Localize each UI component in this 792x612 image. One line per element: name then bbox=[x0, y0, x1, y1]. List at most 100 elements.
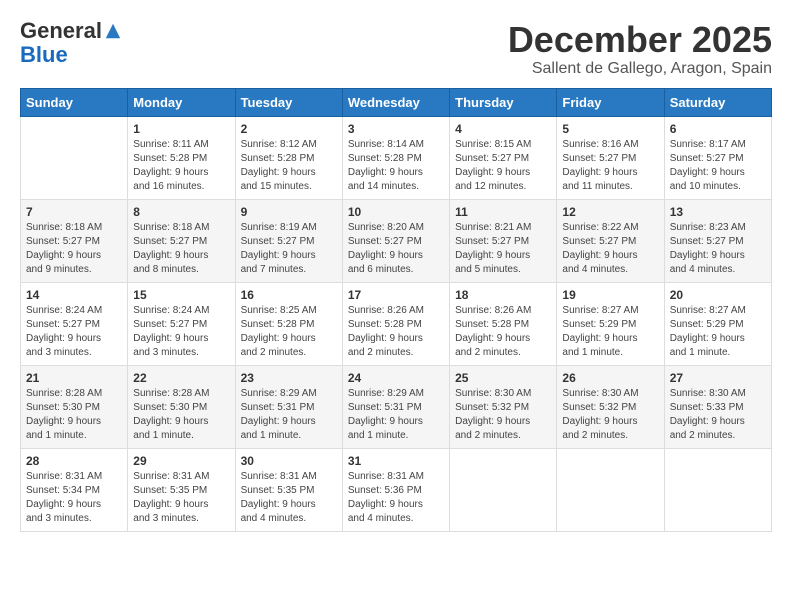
day-info: Sunrise: 8:25 AMSunset: 5:28 PMDaylight:… bbox=[241, 304, 337, 360]
calendar-cell: 11 Sunrise: 8:21 AMSunset: 5:27 PMDayligh… bbox=[450, 199, 557, 282]
day-number: 26 bbox=[562, 371, 658, 385]
calendar-cell: 25Sunrise: 8:30 AMSunset: 5:32 PMDayligh… bbox=[450, 365, 557, 448]
weekday-header: Tuesday bbox=[235, 88, 342, 116]
day-info: Sunrise: 8:29 AMSunset: 5:31 PMDaylight:… bbox=[348, 387, 444, 443]
day-info: Sunrise: 8:14 AMSunset: 5:28 PMDaylight:… bbox=[348, 138, 444, 194]
day-number: 21 bbox=[26, 371, 122, 385]
day-number: 5 bbox=[562, 122, 658, 136]
day-number: 29 bbox=[133, 454, 229, 468]
calendar-cell: 21 Sunrise: 8:28 AMSunset: 5:30 PMDayligh… bbox=[21, 365, 128, 448]
calendar-week-row: 21 Sunrise: 8:28 AMSunset: 5:30 PMDayligh… bbox=[21, 365, 772, 448]
day-info: Sunrise: 8:15 AMSunset: 5:27 PMDaylight:… bbox=[455, 138, 551, 194]
logo: General Blue bbox=[20, 20, 122, 68]
calendar-cell: 13 Sunrise: 8:23 AMSunset: 5:27 PMDayligh… bbox=[664, 199, 771, 282]
calendar-cell bbox=[664, 448, 771, 531]
day-number: 4 bbox=[455, 122, 551, 136]
day-info: Sunrise: 8:30 AMSunset: 5:33 PMDaylight:… bbox=[670, 387, 766, 443]
day-number: 25 bbox=[455, 371, 551, 385]
day-number: 18 bbox=[455, 288, 551, 302]
day-info: Sunrise: 8:19 AMSunset: 5:27 PMDaylight:… bbox=[241, 221, 337, 277]
day-number: 27 bbox=[670, 371, 766, 385]
day-number: 22 bbox=[133, 371, 229, 385]
calendar-cell: 19Sunrise: 8:27 AMSunset: 5:29 PMDayligh… bbox=[557, 282, 664, 365]
day-number: 9 bbox=[241, 205, 337, 219]
calendar-week-row: 28 Sunrise: 8:31 AMSunset: 5:34 PMDayligh… bbox=[21, 448, 772, 531]
calendar-cell: 31 Sunrise: 8:31 AMSunset: 5:36 PMDayligh… bbox=[342, 448, 449, 531]
calendar-cell: 17 Sunrise: 8:26 AMSunset: 5:28 PMDayligh… bbox=[342, 282, 449, 365]
calendar-cell: 29Sunrise: 8:31 AMSunset: 5:35 PMDayligh… bbox=[128, 448, 235, 531]
day-number: 23 bbox=[241, 371, 337, 385]
title-section: December 2025 Sallent de Gallego, Aragon… bbox=[508, 20, 772, 78]
calendar-table: SundayMondayTuesdayWednesdayThursdayFrid… bbox=[20, 88, 772, 532]
day-info: Sunrise: 8:24 AMSunset: 5:27 PMDaylight:… bbox=[133, 304, 229, 360]
calendar-cell: 6 Sunrise: 8:17 AMSunset: 5:27 PMDaylight… bbox=[664, 116, 771, 199]
day-number: 11 bbox=[455, 205, 551, 219]
logo-icon bbox=[104, 22, 122, 40]
day-info: Sunrise: 8:31 AMSunset: 5:34 PMDaylight:… bbox=[26, 470, 122, 526]
day-info: Sunrise: 8:29 AMSunset: 5:31 PMDaylight:… bbox=[241, 387, 337, 443]
calendar-cell: 28 Sunrise: 8:31 AMSunset: 5:34 PMDayligh… bbox=[21, 448, 128, 531]
day-number: 28 bbox=[26, 454, 122, 468]
calendar-cell: 23 Sunrise: 8:29 AMSunset: 5:31 PMDayligh… bbox=[235, 365, 342, 448]
day-info: Sunrise: 8:23 AMSunset: 5:27 PMDaylight:… bbox=[670, 221, 766, 277]
calendar-cell: 10Sunrise: 8:20 AMSunset: 5:27 PMDayligh… bbox=[342, 199, 449, 282]
day-info: Sunrise: 8:12 AMSunset: 5:28 PMDaylight:… bbox=[241, 138, 337, 194]
logo-blue: Blue bbox=[20, 42, 68, 68]
day-info: Sunrise: 8:31 AMSunset: 5:35 PMDaylight:… bbox=[241, 470, 337, 526]
location-title: Sallent de Gallego, Aragon, Spain bbox=[508, 60, 772, 78]
day-info: Sunrise: 8:18 AMSunset: 5:27 PMDaylight:… bbox=[133, 221, 229, 277]
day-info: Sunrise: 8:26 AMSunset: 5:28 PMDaylight:… bbox=[455, 304, 551, 360]
logo-general: General bbox=[20, 20, 102, 42]
calendar-week-row: 14Sunrise: 8:24 AMSunset: 5:27 PMDayligh… bbox=[21, 282, 772, 365]
day-info: Sunrise: 8:26 AMSunset: 5:28 PMDaylight:… bbox=[348, 304, 444, 360]
calendar-cell bbox=[21, 116, 128, 199]
day-info: Sunrise: 8:17 AMSunset: 5:27 PMDaylight:… bbox=[670, 138, 766, 194]
calendar-cell: 18 Sunrise: 8:26 AMSunset: 5:28 PMDayligh… bbox=[450, 282, 557, 365]
calendar-cell: 5 Sunrise: 8:16 AMSunset: 5:27 PMDaylight… bbox=[557, 116, 664, 199]
day-number: 20 bbox=[670, 288, 766, 302]
day-number: 1 bbox=[133, 122, 229, 136]
calendar-header-row: SundayMondayTuesdayWednesdayThursdayFrid… bbox=[21, 88, 772, 116]
calendar-cell bbox=[450, 448, 557, 531]
calendar-cell: 27 Sunrise: 8:30 AMSunset: 5:33 PMDayligh… bbox=[664, 365, 771, 448]
calendar-cell: 22 Sunrise: 8:28 AMSunset: 5:30 PMDayligh… bbox=[128, 365, 235, 448]
weekday-header: Wednesday bbox=[342, 88, 449, 116]
calendar-cell: 7Sunrise: 8:18 AMSunset: 5:27 PMDaylight… bbox=[21, 199, 128, 282]
day-number: 31 bbox=[348, 454, 444, 468]
day-number: 15 bbox=[133, 288, 229, 302]
day-info: Sunrise: 8:11 AMSunset: 5:28 PMDaylight:… bbox=[133, 138, 229, 194]
day-info: Sunrise: 8:21 AMSunset: 5:27 PMDaylight:… bbox=[455, 221, 551, 277]
calendar-cell: 1 Sunrise: 8:11 AMSunset: 5:28 PMDaylight… bbox=[128, 116, 235, 199]
day-info: Sunrise: 8:27 AMSunset: 5:29 PMDaylight:… bbox=[670, 304, 766, 360]
calendar-cell: 20 Sunrise: 8:27 AMSunset: 5:29 PMDayligh… bbox=[664, 282, 771, 365]
day-info: Sunrise: 8:30 AMSunset: 5:32 PMDaylight:… bbox=[562, 387, 658, 443]
day-number: 30 bbox=[241, 454, 337, 468]
day-info: Sunrise: 8:16 AMSunset: 5:27 PMDaylight:… bbox=[562, 138, 658, 194]
day-info: Sunrise: 8:22 AMSunset: 5:27 PMDaylight:… bbox=[562, 221, 658, 277]
day-number: 3 bbox=[348, 122, 444, 136]
day-number: 2 bbox=[241, 122, 337, 136]
day-number: 8 bbox=[133, 205, 229, 219]
day-number: 12 bbox=[562, 205, 658, 219]
day-info: Sunrise: 8:31 AMSunset: 5:36 PMDaylight:… bbox=[348, 470, 444, 526]
day-number: 13 bbox=[670, 205, 766, 219]
calendar-cell: 2 Sunrise: 8:12 AMSunset: 5:28 PMDaylight… bbox=[235, 116, 342, 199]
day-info: Sunrise: 8:24 AMSunset: 5:27 PMDaylight:… bbox=[26, 304, 122, 360]
day-number: 16 bbox=[241, 288, 337, 302]
month-title: December 2025 bbox=[508, 20, 772, 60]
calendar-week-row: 7Sunrise: 8:18 AMSunset: 5:27 PMDaylight… bbox=[21, 199, 772, 282]
calendar-cell: 26 Sunrise: 8:30 AMSunset: 5:32 PMDayligh… bbox=[557, 365, 664, 448]
day-number: 17 bbox=[348, 288, 444, 302]
day-info: Sunrise: 8:28 AMSunset: 5:30 PMDaylight:… bbox=[133, 387, 229, 443]
day-info: Sunrise: 8:28 AMSunset: 5:30 PMDaylight:… bbox=[26, 387, 122, 443]
calendar-cell: 30 Sunrise: 8:31 AMSunset: 5:35 PMDayligh… bbox=[235, 448, 342, 531]
day-info: Sunrise: 8:20 AMSunset: 5:27 PMDaylight:… bbox=[348, 221, 444, 277]
calendar-cell: 12 Sunrise: 8:22 AMSunset: 5:27 PMDayligh… bbox=[557, 199, 664, 282]
weekday-header: Thursday bbox=[450, 88, 557, 116]
weekday-header: Monday bbox=[128, 88, 235, 116]
calendar-cell bbox=[557, 448, 664, 531]
day-number: 6 bbox=[670, 122, 766, 136]
calendar-cell: 8 Sunrise: 8:18 AMSunset: 5:27 PMDaylight… bbox=[128, 199, 235, 282]
day-info: Sunrise: 8:18 AMSunset: 5:27 PMDaylight:… bbox=[26, 221, 122, 277]
calendar-cell: 4 Sunrise: 8:15 AMSunset: 5:27 PMDaylight… bbox=[450, 116, 557, 199]
